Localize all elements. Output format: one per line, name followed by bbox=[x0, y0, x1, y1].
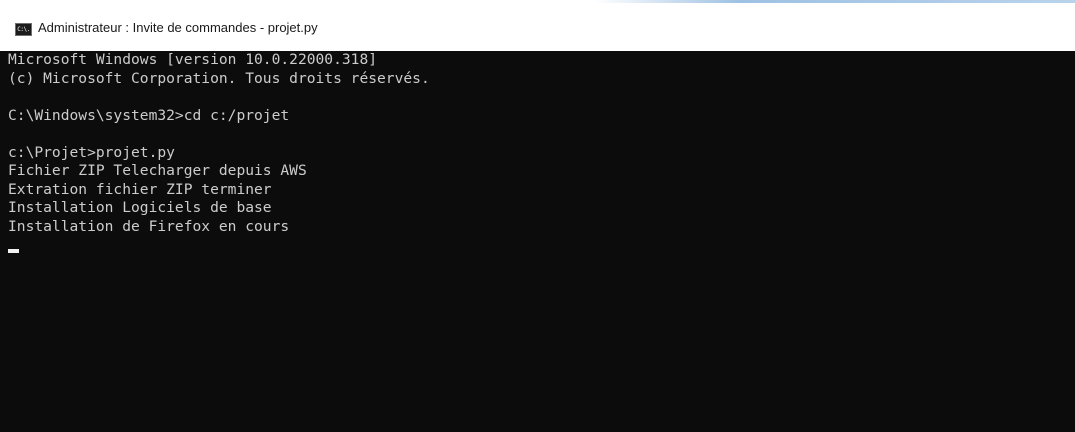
console-line-cd-command: C:\Windows\system32>cd c:/projet bbox=[8, 106, 290, 124]
title-bar[interactable]: C:\. Administrateur : Invite de commande… bbox=[0, 0, 1075, 51]
console-line-install-firefox: Installation de Firefox en cours bbox=[8, 217, 290, 235]
console-line-zip-download: Fichier ZIP Telecharger depuis AWS bbox=[8, 162, 307, 179]
prompt-line[interactable] bbox=[8, 236, 1075, 255]
console-line-version: Microsoft Windows [version 10.0.22000.31… bbox=[8, 51, 378, 68]
cmd-icon[interactable]: C:\. bbox=[15, 23, 32, 36]
command-prompt-window: C:\. Administrateur : Invite de commande… bbox=[0, 0, 1075, 432]
title-bar-accent bbox=[595, 0, 1075, 3]
console-line-install-base: Installation Logiciels de base bbox=[8, 199, 272, 216]
console-line-run-script: c:\Projet>projet.py bbox=[8, 143, 175, 161]
text-cursor bbox=[8, 249, 19, 253]
console-line-copyright: (c) Microsoft Corporation. Tous droits r… bbox=[8, 69, 430, 87]
console-output[interactable]: Microsoft Windows [version 10.0.22000.31… bbox=[0, 51, 1075, 432]
window-title: Administrateur : Invite de commandes - p… bbox=[38, 20, 318, 35]
console-line-zip-extract: Extration fichier ZIP terminer bbox=[8, 180, 272, 198]
